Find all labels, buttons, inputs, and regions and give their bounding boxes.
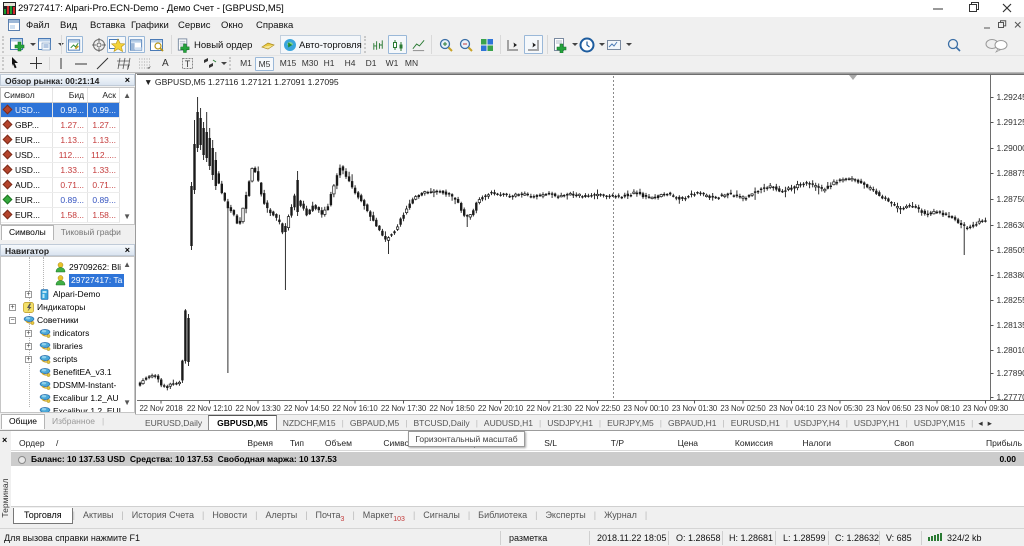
svg-text:1.28505: 1.28505 — [997, 245, 1024, 255]
svg-text:1.28750: 1.28750 — [997, 194, 1024, 204]
svg-text:22 Nov 21:30: 22 Nov 21:30 — [526, 404, 572, 413]
svg-text:23 Nov 05:30: 23 Nov 05:30 — [817, 404, 863, 413]
svg-text:23 Nov 00:10: 23 Nov 00:10 — [623, 404, 669, 413]
svg-text:1.28255: 1.28255 — [997, 295, 1024, 305]
svg-text:22 Nov 13:30: 22 Nov 13:30 — [235, 404, 281, 413]
svg-text:22 Nov 14:50: 22 Nov 14:50 — [284, 404, 330, 413]
svg-text:1.28010: 1.28010 — [997, 345, 1024, 355]
svg-text:23 Nov 06:50: 23 Nov 06:50 — [866, 404, 912, 413]
svg-text:23 Nov 08:10: 23 Nov 08:10 — [914, 404, 960, 413]
svg-text:22 Nov 16:10: 22 Nov 16:10 — [332, 404, 378, 413]
svg-text:1.28875: 1.28875 — [997, 168, 1024, 178]
svg-text:22 Nov 2018: 22 Nov 2018 — [139, 404, 182, 413]
svg-text:T: T — [185, 59, 191, 69]
svg-text:1.28135: 1.28135 — [997, 320, 1024, 330]
svg-text:23 Nov 01:30: 23 Nov 01:30 — [672, 404, 718, 413]
svg-text:22 Nov 18:50: 22 Nov 18:50 — [429, 404, 475, 413]
svg-text:f: f — [127, 66, 130, 71]
svg-text:1.28380: 1.28380 — [997, 270, 1024, 280]
svg-text:1.29000: 1.29000 — [997, 143, 1024, 153]
svg-text:▼ GBPUSD,M5 1.27116 1.27121 1: ▼ GBPUSD,M5 1.27116 1.27121 1.27091 1.27… — [144, 77, 339, 87]
svg-text:23 Nov 02:50: 23 Nov 02:50 — [720, 404, 766, 413]
svg-text:22 Nov 17:30: 22 Nov 17:30 — [381, 404, 427, 413]
svg-text:1.27890: 1.27890 — [997, 368, 1024, 378]
svg-text:1.29245: 1.29245 — [997, 92, 1024, 102]
svg-text:23 Nov 09:30: 23 Nov 09:30 — [963, 404, 1009, 413]
svg-text:1.29125: 1.29125 — [997, 117, 1024, 127]
svg-text:1.28630: 1.28630 — [997, 220, 1024, 230]
svg-text:22 Nov 20:10: 22 Nov 20:10 — [478, 404, 524, 413]
svg-text:22 Nov 22:50: 22 Nov 22:50 — [575, 404, 621, 413]
svg-text:23 Nov 04:10: 23 Nov 04:10 — [769, 404, 815, 413]
svg-text:1.27770: 1.27770 — [997, 392, 1024, 402]
svg-text:22 Nov 12:10: 22 Nov 12:10 — [187, 404, 233, 413]
